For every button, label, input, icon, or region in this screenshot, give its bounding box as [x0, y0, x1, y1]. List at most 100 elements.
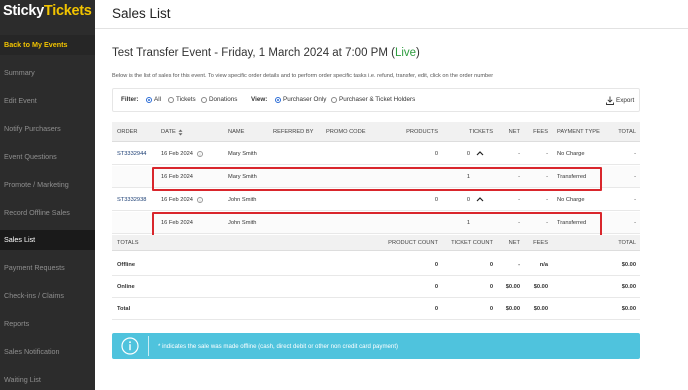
highlight-box [152, 167, 602, 191]
tickets-count: 0 [466, 151, 470, 157]
sidebar-item-edit-event[interactable]: Edit Event [0, 91, 95, 111]
table-row[interactable]: ST3332938 16 Feb 2024 i John Smith 0 0 -… [112, 189, 640, 211]
totals-row-offline: Offline 0 0 - n/a $0.00 [112, 254, 640, 276]
net-value: $0.00 [505, 284, 520, 290]
order-date: 16 Feb 2024 [161, 151, 193, 157]
col-net: NET [508, 129, 520, 135]
total-value: - [634, 151, 636, 157]
ticket-count: 0 [489, 284, 493, 290]
sort-icon[interactable] [178, 129, 183, 136]
col-referred-by: REFERRED BY [273, 129, 314, 135]
sidebar-item-summary[interactable]: Summary [0, 63, 95, 83]
col-products: PRODUCTS [406, 129, 438, 135]
fees-value: $0.00 [533, 284, 548, 290]
page-header: Sales List [95, 0, 688, 29]
filter-bar: Filter: All Tickets Donations View: Purc… [112, 88, 640, 112]
col-payment-type: PAYMENT TYPE [557, 129, 600, 135]
table-row[interactable]: ST3332944 16 Feb 2024 i Mary Smith 0 0 -… [112, 143, 640, 165]
chevron-up-icon[interactable] [476, 150, 484, 157]
sidebar-item-sales-list[interactable]: Sales List [0, 230, 95, 250]
fees-value: $0.00 [533, 306, 548, 312]
products-count: 0 [434, 151, 438, 157]
product-count: 0 [434, 284, 438, 290]
net-value: - [518, 151, 520, 157]
filter-option-tickets[interactable]: Tickets [176, 96, 196, 103]
event-title: Test Transfer Event - Friday, 1 March 20… [112, 47, 420, 59]
product-count: 0 [434, 262, 438, 268]
highlight-box [152, 212, 602, 237]
ticket-count: 0 [489, 306, 493, 312]
col-fees: FEES [533, 129, 548, 135]
sidebar: StickyTickets Back to My Events Summary … [0, 0, 95, 390]
col-total: TOTAL [618, 129, 636, 135]
totals-row-total: Total 0 0 $0.00 $0.00 $0.00 [112, 298, 640, 320]
view-radio-purchaser-only[interactable] [275, 97, 281, 103]
col-tickets: TICKETS [468, 129, 493, 135]
export-icon[interactable] [606, 96, 614, 105]
totals-label: Offline [117, 262, 136, 268]
sidebar-item-notify-purchasers[interactable]: Notify Purchasers [0, 119, 95, 139]
filter-radio-tickets[interactable] [168, 97, 174, 103]
fees-value: - [546, 197, 548, 203]
total-value: - [634, 197, 636, 203]
col-date[interactable]: DATE [161, 129, 176, 135]
sidebar-item-sales-notification[interactable]: Sales Notification [0, 342, 95, 362]
totals-table-header: TOTALS PRODUCT COUNT TICKET COUNT NET FE… [112, 235, 640, 251]
net-value: $0.00 [505, 306, 520, 312]
info-icon [121, 337, 139, 355]
tickets-count: 0 [466, 197, 470, 203]
net-value: - [518, 197, 520, 203]
col-total: TOTAL [618, 240, 636, 246]
totals-label: Total [117, 306, 131, 312]
payment-type: No Charge [557, 197, 585, 203]
view-option-purchaser-ticket-holders[interactable]: Purchaser & Ticket Holders [339, 96, 415, 103]
logo-text-tickets: Tickets [43, 3, 92, 19]
fees-value: n/a [539, 262, 548, 268]
total-value: - [634, 174, 636, 180]
info-icon[interactable]: i [197, 197, 203, 203]
page-description: Below is the list of sales for this even… [112, 73, 494, 79]
totals-row-online: Online 0 0 $0.00 $0.00 $0.00 [112, 276, 640, 298]
col-totals: TOTALS [117, 240, 139, 246]
col-promo-code: PROMO CODE [326, 129, 366, 135]
total-value: $0.00 [621, 262, 636, 268]
chevron-up-icon[interactable] [476, 196, 484, 203]
product-count: 0 [434, 306, 438, 312]
sidebar-item-event-questions[interactable]: Event Questions [0, 147, 95, 167]
view-option-purchaser-only[interactable]: Purchaser Only [283, 96, 326, 103]
sidebar-item-payment-requests[interactable]: Payment Requests [0, 258, 95, 278]
sales-table-header: ORDER DATE NAME REFERRED BY PROMO CODE P… [112, 122, 640, 142]
filter-radio-donations[interactable] [201, 97, 207, 103]
filter-option-all[interactable]: All [154, 96, 161, 103]
sidebar-item-reports[interactable]: Reports [0, 314, 95, 334]
ticket-count: 0 [489, 262, 493, 268]
sidebar-item-waiting-list[interactable]: Waiting List [0, 370, 95, 390]
page-title: Sales List [112, 6, 171, 21]
col-net: NET [508, 240, 520, 246]
col-fees: FEES [533, 240, 548, 246]
col-name: NAME [228, 129, 245, 135]
banner-divider [148, 336, 149, 356]
sticky-tickets-logo[interactable]: StickyTickets [0, 0, 95, 30]
order-number-link[interactable]: ST3332944 [117, 151, 146, 157]
sidebar-item-check-ins-claims[interactable]: Check-ins / Claims [0, 286, 95, 306]
sidebar-item-promote-marketing[interactable]: Promote / Marketing [0, 175, 95, 195]
col-ticket-count: TICKET COUNT [451, 240, 493, 246]
view-label: View: [251, 96, 268, 103]
logo-text-sticky: Sticky [3, 3, 44, 19]
filter-radio-all[interactable] [146, 97, 152, 103]
col-order[interactable]: ORDER [117, 129, 138, 135]
total-value: $0.00 [621, 306, 636, 312]
totals-label: Online [117, 284, 135, 290]
order-date: 16 Feb 2024 [161, 197, 193, 203]
event-status-live: Live [394, 47, 417, 59]
filter-option-donations[interactable]: Donations [209, 96, 237, 103]
view-radio-purchaser-ticket-holders[interactable] [331, 97, 337, 103]
info-icon[interactable]: i [197, 151, 203, 157]
export-button[interactable]: Export [616, 97, 634, 104]
sidebar-item-back-to-my-events[interactable]: Back to My Events [0, 35, 95, 55]
banner-text: * indicates the sale was made offline (c… [158, 343, 399, 350]
total-value: $0.00 [621, 284, 636, 290]
sidebar-item-record-offline-sales[interactable]: Record Offline Sales [0, 203, 95, 223]
order-number-link[interactable]: ST3332938 [117, 197, 146, 203]
